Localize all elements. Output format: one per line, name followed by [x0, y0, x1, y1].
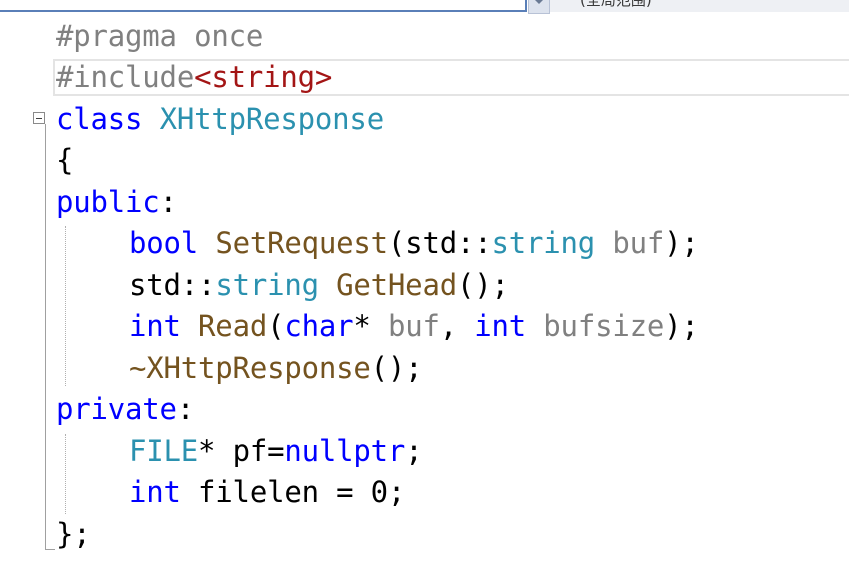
- pragma-argument: once: [176, 19, 264, 53]
- code-line-10[interactable]: private:: [56, 389, 194, 429]
- function-name: GetHead: [336, 268, 457, 302]
- chevron-down-icon[interactable]: [528, 0, 550, 14]
- return-type: int: [129, 309, 181, 343]
- semicolon: ;: [405, 434, 423, 468]
- parameter: buf: [387, 309, 440, 343]
- access-specifier: private: [56, 392, 177, 426]
- indent-guide: [65, 226, 66, 386]
- class-name: XHttpResponse: [159, 102, 385, 136]
- colon: :: [176, 392, 195, 426]
- access-specifier: public: [56, 185, 160, 219]
- function-name: Read: [198, 309, 268, 343]
- indent-guide: [65, 434, 66, 514]
- parameter: bufsize: [543, 309, 665, 343]
- return-type: bool: [129, 226, 199, 260]
- code-line-4[interactable]: {: [56, 140, 73, 180]
- code-line-6[interactable]: bool SetRequest(std::string buf);: [129, 223, 699, 263]
- type-name: FILE: [129, 434, 199, 468]
- member-dropdown[interactable]: (全局范围): [550, 0, 849, 12]
- code-line-11[interactable]: FILE* pf=nullptr;: [129, 431, 423, 471]
- include-header: <string>: [194, 60, 333, 94]
- call-suffix: ();: [370, 351, 423, 385]
- open-brace: {: [56, 143, 74, 177]
- paren-open: (std::: [387, 226, 492, 260]
- param-type: int: [474, 309, 527, 343]
- code-line-2[interactable]: #include<string>: [56, 57, 332, 97]
- code-line-12[interactable]: int filelen = 0;: [129, 472, 405, 512]
- code-line-3[interactable]: class XHttpResponse: [56, 99, 384, 139]
- class-keyword: class: [56, 102, 143, 136]
- type-name: string: [215, 268, 319, 302]
- scope-dropdown[interactable]: [0, 0, 527, 12]
- paren-close: );: [664, 226, 699, 260]
- code-line-1[interactable]: #pragma once: [56, 16, 263, 56]
- code-line-5[interactable]: public:: [56, 182, 177, 222]
- pointer: *: [353, 309, 388, 343]
- param-type: char: [284, 309, 354, 343]
- parameter: buf: [612, 226, 665, 260]
- type-keyword: int: [129, 475, 181, 509]
- scope-label: (全局范围): [580, 0, 652, 9]
- comma: ,: [439, 309, 475, 343]
- call-suffix: ();: [456, 268, 509, 302]
- colon: :: [159, 185, 177, 219]
- function-name: SetRequest: [215, 226, 388, 260]
- code-line-13[interactable]: };: [56, 514, 91, 554]
- destructor-name: ~XHttpResponse: [129, 351, 371, 385]
- collapse-icon[interactable]: [33, 112, 45, 124]
- namespace: std::: [129, 268, 216, 302]
- navigation-bar: (全局范围): [0, 0, 849, 14]
- outline-bracket-end: [45, 549, 55, 550]
- close-brace: };: [56, 517, 91, 551]
- paren-open: (: [267, 309, 285, 343]
- nullptr-keyword: nullptr: [284, 434, 406, 468]
- type-name: string: [491, 226, 596, 260]
- code-line-7[interactable]: std::string GetHead();: [129, 265, 509, 305]
- code-line-9[interactable]: ~XHttpResponse();: [129, 348, 423, 388]
- code-line-8[interactable]: int Read(char* buf, int bufsize);: [129, 306, 699, 346]
- outline-bracket: [45, 124, 46, 550]
- declaration: filelen = 0;: [180, 475, 406, 509]
- preprocessor-directive: #include: [56, 60, 195, 94]
- preprocessor-directive: #pragma: [56, 19, 177, 53]
- declarator: * pf=: [198, 434, 285, 468]
- paren-close: );: [664, 309, 699, 343]
